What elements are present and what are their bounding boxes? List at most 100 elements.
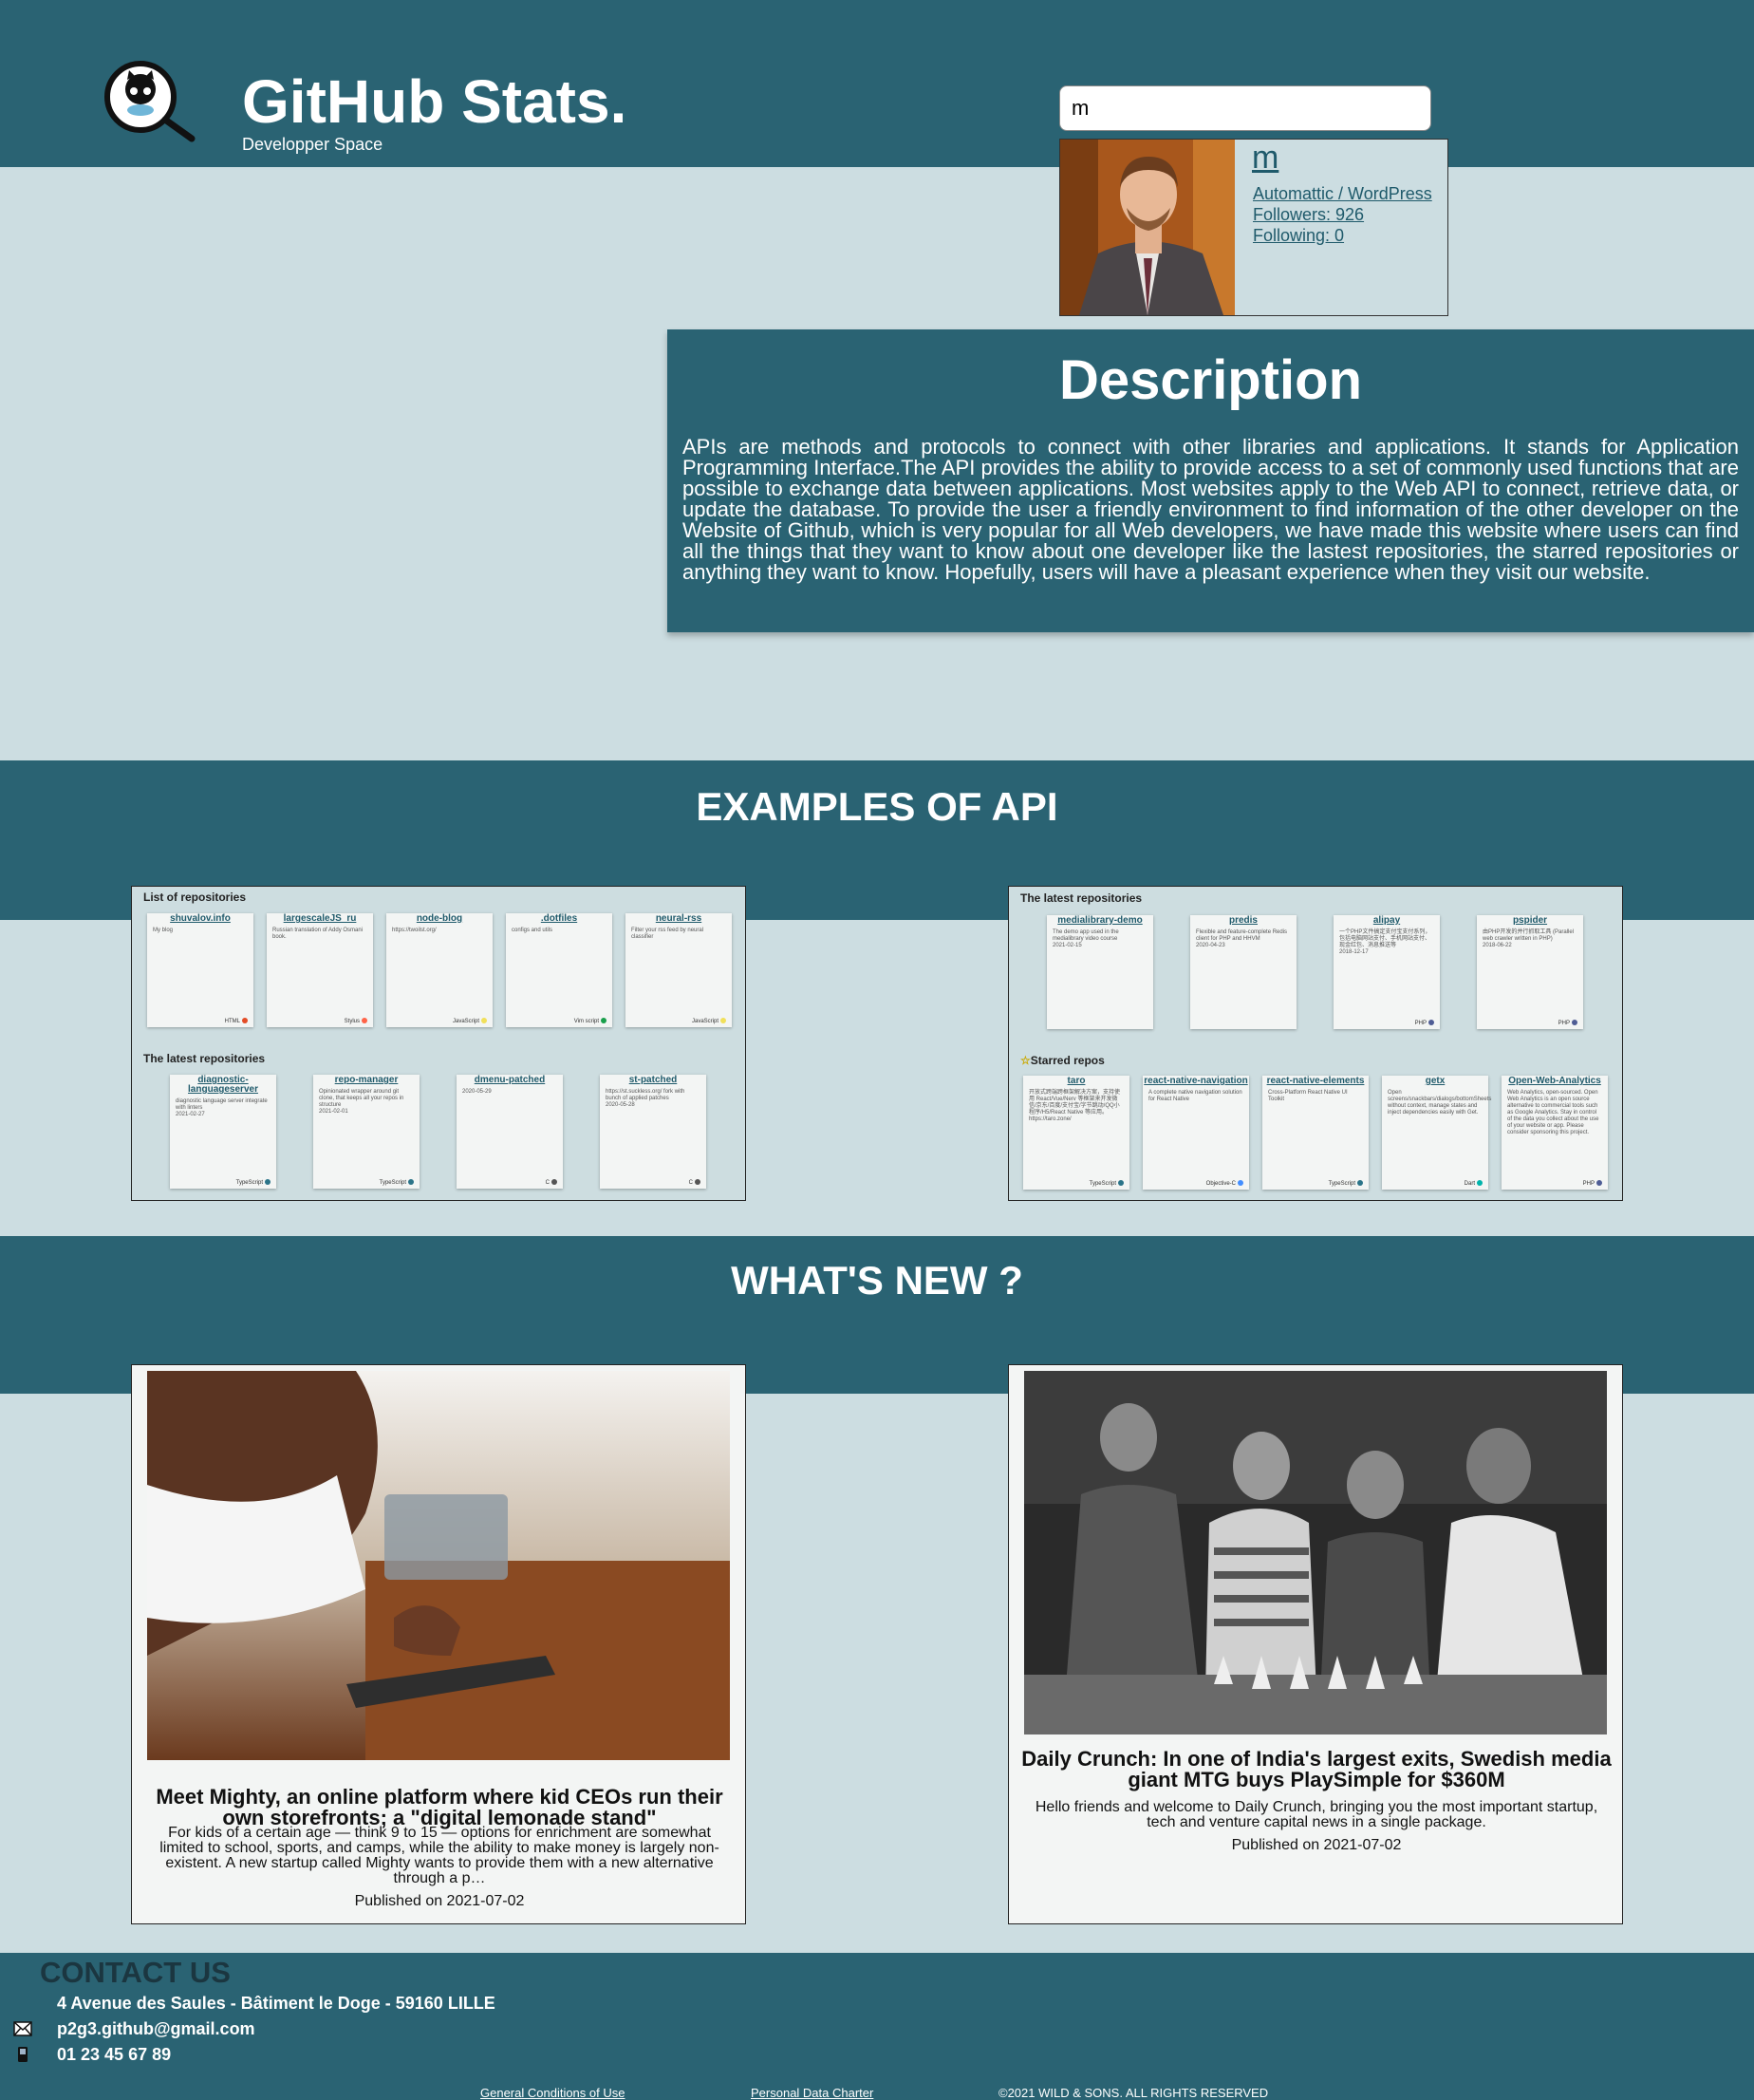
email-icon <box>13 2021 32 2036</box>
repo-date: 2021-02-15 <box>1053 943 1082 948</box>
repo-name-link[interactable]: largescaleJS_ru <box>267 914 373 924</box>
repo-card[interactable]: st-patched https://st.suckless.org/ fork … <box>600 1075 706 1189</box>
language-color-dot <box>1477 1180 1483 1186</box>
repo-description: My blog <box>153 928 174 933</box>
repo-language: TypeScript <box>380 1179 414 1186</box>
repo-name-link[interactable]: alipay <box>1334 916 1440 926</box>
repo-card[interactable]: getx Open screens/snackbars/dialogs/botto… <box>1382 1076 1492 1190</box>
repo-name-link[interactable]: pspider <box>1477 916 1583 926</box>
repo-language-label: Objective-C <box>1205 1181 1236 1187</box>
user-search-input[interactable] <box>1059 85 1431 131</box>
user-following-link[interactable]: Following: 0 <box>1253 225 1432 246</box>
repo-language-label: PHP <box>1558 1021 1570 1026</box>
repo-name-link[interactable]: repo-manager <box>313 1076 420 1085</box>
repo-name-link[interactable]: shuvalov.info <box>147 914 253 924</box>
repo-name-link[interactable]: neural-rss <box>625 914 732 924</box>
repo-card[interactable]: diagnostic-languageserver diagnostic lang… <box>170 1075 276 1189</box>
privacy-link[interactable]: Personal Data Charter <box>751 2086 873 2100</box>
repo-description: The demo app used in the medialibrary vi… <box>1053 929 1119 942</box>
repo-language-label: C <box>545 1180 550 1186</box>
repo-date: 2020-05-28 <box>606 1102 635 1108</box>
repo-language: Vim script <box>574 1018 606 1024</box>
news-card[interactable]: Daily Crunch: In one of India's largest … <box>1008 1364 1623 1924</box>
repo-name-link[interactable]: medialibrary-demo <box>1047 916 1153 926</box>
news-image <box>147 1371 730 1760</box>
repo-card[interactable]: pspider 由PHP开发的并行抓取工具 (Parallel web crawl… <box>1477 915 1583 1029</box>
repo-card[interactable]: react-native-elements Cross-Platform Reac… <box>1262 1076 1369 1190</box>
news-headline[interactable]: Meet Mighty, an online platform where ki… <box>141 1787 737 1828</box>
news-image <box>1024 1371 1607 1734</box>
repo-language-label: Dart <box>1464 1181 1475 1187</box>
repo-language: PHP <box>1583 1180 1602 1187</box>
repo-description: 开放式跨端跨框架解决方案，支持使用 React/Vue/Nerv 等框架来开发微… <box>1029 1090 1121 1122</box>
repo-card[interactable]: medialibrary-demo The demo app used in th… <box>1047 915 1153 1029</box>
user-company-link[interactable]: Automattic / WordPress <box>1253 183 1432 204</box>
repo-name-link[interactable]: react-native-elements <box>1262 1077 1369 1086</box>
news-summary: For kids of a certain age — think 9 to 1… <box>159 1825 719 1886</box>
language-color-dot <box>1428 1020 1434 1025</box>
description-title: Description <box>1058 349 1363 411</box>
repo-card[interactable]: repo-manager Opinionated wrapper around g… <box>313 1075 420 1189</box>
language-color-dot <box>1118 1180 1124 1186</box>
site-title: GitHub Stats. <box>242 67 627 136</box>
repo-language: PHP <box>1415 1020 1434 1026</box>
language-color-dot <box>1572 1020 1577 1025</box>
language-color-dot <box>1238 1180 1243 1186</box>
repo-language: TypeScript <box>236 1179 271 1186</box>
repo-description: Web Analytics, open-sourced. Open Web An… <box>1507 1090 1599 1135</box>
repo-name-link[interactable]: st-patched <box>600 1076 706 1085</box>
repo-card[interactable]: dmenu-patched 2020-05-29 C <box>457 1075 563 1189</box>
repo-card[interactable]: Open-Web-Analytics Web Analytics, open-so… <box>1502 1076 1608 1190</box>
repo-card[interactable]: largescaleJS_ru Russian translation of Ad… <box>267 913 373 1027</box>
repo-card[interactable]: neural-rss Filter your rss feed by neural… <box>625 913 732 1027</box>
conditions-link[interactable]: General Conditions of Use <box>480 2086 625 2100</box>
language-color-dot <box>265 1179 271 1185</box>
repo-name-link[interactable]: getx <box>1382 1077 1488 1086</box>
repo-description: Open screens/snackbars/dialogs/bottomShe… <box>1388 1090 1492 1116</box>
starred-heading: ☆Starred repos <box>1020 1054 1105 1067</box>
repo-card[interactable]: taro 开放式跨端跨框架解决方案，支持使用 React/Vue/Nerv 等框架… <box>1023 1076 1129 1190</box>
language-color-dot <box>408 1179 414 1185</box>
repo-description: Flexible and feature-complete Redis clie… <box>1196 929 1288 942</box>
repo-card[interactable]: node-blog https://twoilst.org/JavaScript <box>386 913 493 1027</box>
repo-card[interactable]: react-native-navigation A complete native… <box>1143 1076 1249 1190</box>
latest-repos-heading: The latest repositories <box>1020 891 1143 905</box>
star-icon: ☆ <box>1020 1054 1031 1067</box>
user-followers-link[interactable]: Followers: 926 <box>1253 204 1432 225</box>
repo-name-link[interactable]: diagnostic-languageserver <box>170 1076 276 1095</box>
phone-icon <box>18 2047 28 2062</box>
repo-date: 2018-06-22 <box>1483 943 1512 948</box>
repo-name-link[interactable]: react-native-navigation <box>1143 1077 1249 1086</box>
news-card[interactable]: Meet Mighty, an online platform where ki… <box>131 1364 746 1924</box>
repo-description: https://twoilst.org/ <box>392 928 437 933</box>
repo-card[interactable]: .dotfiles configs and utils Vim script <box>506 913 612 1027</box>
contact-email[interactable]: p2g3.github@gmail.com <box>57 2019 255 2039</box>
repo-name-link[interactable]: Open-Web-Analytics <box>1502 1077 1608 1086</box>
language-color-dot <box>720 1018 726 1023</box>
contact-title: CONTACT US <box>40 1956 231 1989</box>
repo-name-link[interactable]: .dotfiles <box>506 914 612 924</box>
repo-name-link[interactable]: node-blog <box>386 914 493 924</box>
api-example-left-panel: List of repositories shuvalov.info My blo… <box>131 886 746 1201</box>
contact-address: 4 Avenue des Saules - Bâtiment le Doge -… <box>57 1994 495 2013</box>
repo-date: 2021-02-01 <box>319 1109 348 1115</box>
language-color-dot <box>695 1179 700 1185</box>
github-search-logo-icon[interactable] <box>99 57 197 142</box>
repo-language-label: TypeScript <box>235 1180 263 1186</box>
repo-description: Cross-Platform React Native UI Toolkit <box>1268 1090 1348 1102</box>
repo-card[interactable]: predis Flexible and feature-complete Redi… <box>1190 915 1297 1029</box>
language-color-dot <box>1596 1180 1602 1186</box>
repo-card[interactable]: alipay 一个PHP文件搞定支付宝支付系列，包括电脑网站支付、手机网站支付、现… <box>1334 915 1440 1029</box>
user-login-link[interactable]: m <box>1252 140 1278 177</box>
repo-date: 2018-12-17 <box>1339 949 1369 955</box>
repo-language: C <box>546 1179 557 1186</box>
repo-card[interactable]: shuvalov.info My blog HTML <box>147 913 253 1027</box>
news-headline[interactable]: Daily Crunch: In one of India's largest … <box>1018 1749 1614 1791</box>
site-subtitle: Developper Space <box>242 135 383 154</box>
repo-description: Filter your rss feed by neural classifie… <box>631 928 704 940</box>
repo-name-link[interactable]: dmenu-patched <box>457 1076 563 1085</box>
repo-language-label: JavaScript <box>691 1019 718 1024</box>
repo-name-link[interactable]: predis <box>1190 916 1297 926</box>
repo-name-link[interactable]: taro <box>1023 1077 1129 1086</box>
site-footer <box>0 1953 1754 2100</box>
